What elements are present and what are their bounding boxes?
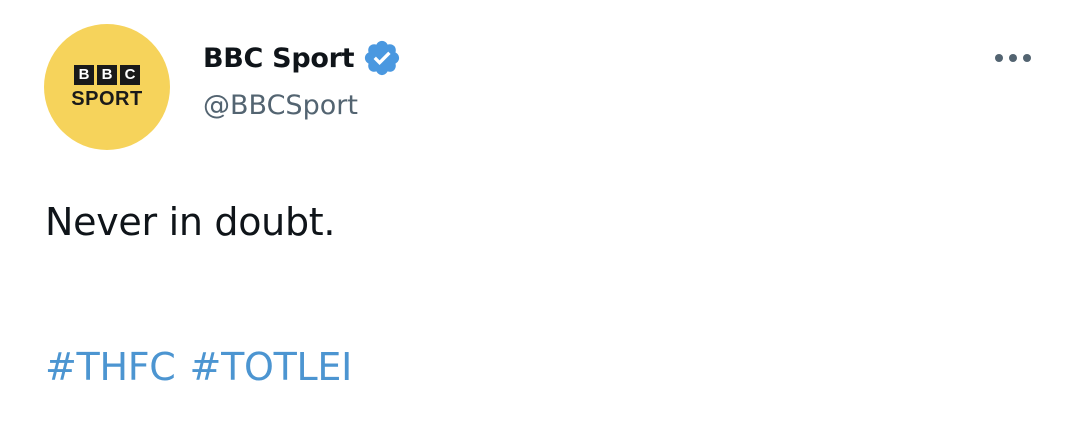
author-display-name[interactable]: BBC Sport <box>203 43 355 74</box>
hashtag-totlei[interactable]: #TOTLEI <box>190 345 353 389</box>
tweet-card: B B C SPORT BBC Sport @BBCSport Never in… <box>0 0 1080 421</box>
tweet-text: Never in doubt. <box>45 200 336 244</box>
hashtag-list: #THFC #TOTLEI <box>45 345 352 389</box>
hashtag-thfc[interactable]: #THFC <box>45 345 176 389</box>
bbc-letter-b2: B <box>97 65 117 85</box>
bbc-letter-b1: B <box>74 65 94 85</box>
author-handle[interactable]: @BBCSport <box>203 90 358 121</box>
bbc-logo: B B C <box>74 65 140 85</box>
bbc-letter-c: C <box>120 65 140 85</box>
more-options-button[interactable] <box>988 36 1038 80</box>
verified-badge-icon <box>362 38 402 78</box>
more-dots-icon <box>995 54 1031 62</box>
avatar[interactable]: B B C SPORT <box>44 24 170 150</box>
author-name-row: BBC Sport <box>203 36 402 80</box>
avatar-sport-word: SPORT <box>71 88 143 110</box>
